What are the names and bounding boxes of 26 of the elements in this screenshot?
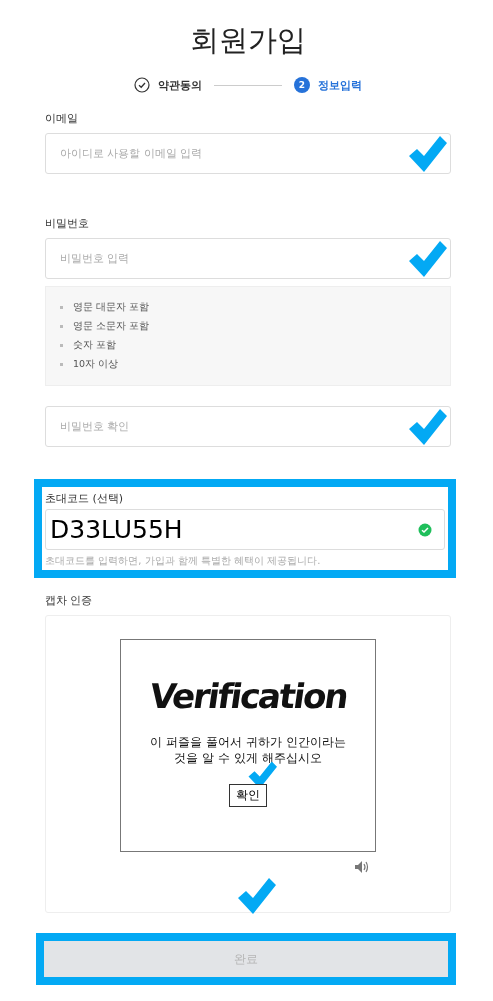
bullet-icon [60,325,63,328]
check-circle-icon [134,77,150,93]
input-field[interactable]: D33LU55H [45,509,445,550]
hint-text: 초대코드를 입력하면, 가입과 함께 특별한 혜택이 제공됩니다. [45,554,322,568]
rule-text: 영문 대문자 포함 [73,301,150,314]
bullet-icon [60,344,63,347]
bullet-icon [60,306,63,309]
input-field[interactable]: 아이디로 사용할 이메일 입력 [45,133,451,174]
confirm-button[interactable]: 확인 [229,784,267,807]
page-title: 회원가입 [189,22,307,59]
bullet-icon [60,363,63,366]
rule-text: 영문 소문자 포함 [73,320,150,333]
captcha-title: Verification [146,676,350,716]
field-label: 캡차 인증 [45,593,94,609]
rule-text: 숫자 포함 [73,339,117,352]
step-label: 정보입력 [318,77,362,93]
captcha-message: 이 퍼즐을 풀어서 귀하가 인간이라는 것을 알 수 있게 해주십시오 [149,734,347,766]
field-label: 초대코드 (선택) [45,491,125,507]
speaker-icon[interactable] [354,860,370,874]
rule-text: 10자 이상 [73,358,119,371]
step-number: 2 [294,77,310,93]
input-field[interactable]: 비밀번호 확인 [45,406,451,447]
field-label: 비밀번호 [45,216,90,232]
input-field[interactable]: 비밀번호 입력 [45,238,451,279]
step-label: 약관동의 [158,77,202,93]
field-label: 이메일 [45,111,79,127]
